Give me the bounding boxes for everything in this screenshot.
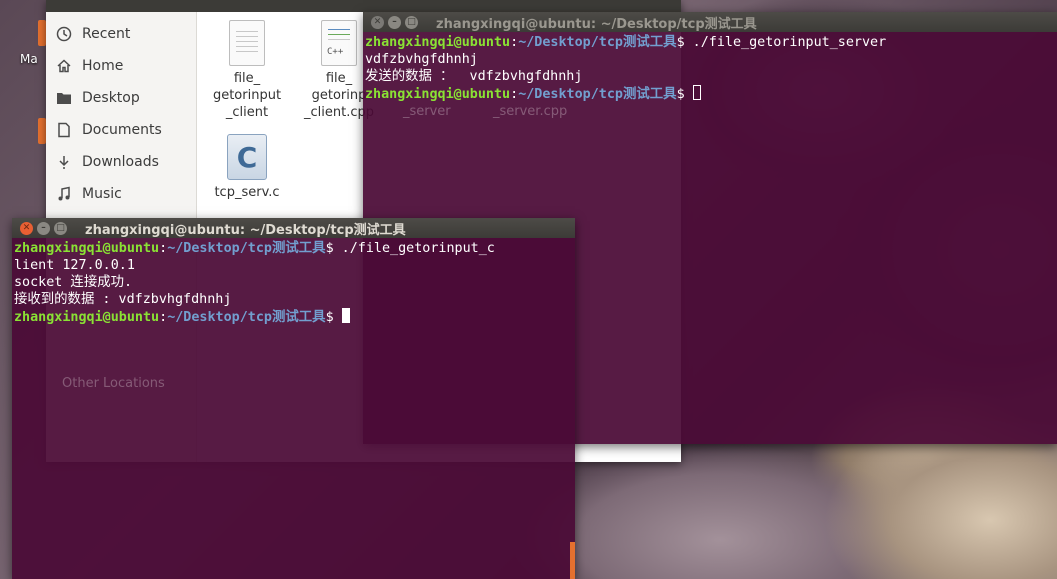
ghost-label: _server [403, 104, 451, 119]
sidebar-item-documents[interactable]: Documents [56, 117, 162, 143]
terminal-line: socket 连接成功. [14, 275, 133, 290]
sidebar-item-music[interactable]: Music [56, 181, 122, 207]
terminal-cursor [341, 308, 350, 323]
terminal-line: 发送的数据 ： vdfzbvhgfdhnhj [365, 69, 583, 84]
client-terminal-window[interactable]: ✕ – □ zhangxingqi@ubuntu: ~/Desktop/tcp测… [12, 218, 575, 579]
terminal-line: 接收到的数据 : vdfzbvhgfdhnhj [14, 292, 232, 307]
home-icon [56, 58, 72, 74]
maximize-button[interactable]: □ [54, 221, 67, 235]
sidebar-item-recent[interactable]: Recent [56, 21, 130, 47]
cpp-file-icon: C++ [321, 20, 357, 66]
terminal-titlebar[interactable]: ✕ – □ zhangxingqi@ubuntu: ~/Desktop/tcp测… [12, 218, 575, 238]
sidebar-item-label: Home [82, 58, 124, 74]
file-type-tag: C++ [327, 47, 344, 57]
desktop-folder-icon[interactable] [38, 118, 46, 144]
sidebar-item-desktop[interactable]: Desktop [56, 85, 140, 111]
c-glyph: C [236, 140, 258, 174]
terminal-cursor [692, 85, 701, 100]
ghost-label: _server.cpp [493, 104, 568, 119]
launcher-indicator [570, 542, 575, 579]
download-icon [56, 154, 72, 170]
terminal-line: zhangxingqi@ubuntu:~/Desktop/tcp测试工具$ ./… [365, 35, 887, 50]
sidebar-item-label: Desktop [82, 90, 140, 106]
sidebar-item-label: Documents [82, 122, 162, 138]
minimize-button[interactable]: – [37, 221, 50, 235]
minimize-button[interactable]: – [388, 15, 401, 29]
text-file-icon [229, 20, 265, 66]
sidebar-item-label: Music [82, 186, 122, 202]
terminal-line: zhangxingqi@ubuntu:~/Desktop/tcp测试工具$ ./… [14, 241, 495, 256]
desktop-folder-icon[interactable] [38, 20, 46, 46]
document-icon [56, 122, 72, 138]
terminal-line: zhangxingqi@ubuntu:~/Desktop/tcp测试工具$ [365, 85, 1055, 103]
ghost-label: Other Locations [62, 376, 165, 391]
terminal-title: zhangxingqi@ubuntu: ~/Desktop/tcp测试工具 [85, 222, 406, 238]
terminal-line: lient 127.0.0.1 [14, 258, 135, 273]
folder-icon [56, 90, 72, 106]
terminal-titlebar[interactable]: ✕ – □ zhangxingqi@ubuntu: ~/Desktop/tcp测… [363, 12, 1057, 32]
sidebar-item-downloads[interactable]: Downloads [56, 149, 159, 175]
terminal-line: vdfzbvhgfdhnhj [365, 52, 478, 67]
file-name: tcp_serv.c [214, 185, 280, 200]
file-item[interactable]: C tcp_serv.c [202, 134, 292, 201]
file-item[interactable]: file_ getorinput _client [202, 20, 292, 121]
sidebar-item-label: Downloads [82, 154, 159, 170]
file-name: file_ getorinput _client [212, 71, 282, 120]
music-icon [56, 186, 72, 202]
clock-icon [56, 26, 72, 42]
c-file-icon: C [227, 134, 267, 180]
file-manager-headerbar [46, 0, 681, 12]
sidebar-item-label: Recent [82, 26, 131, 42]
terminal-output[interactable]: zhangxingqi@ubuntu:~/Desktop/tcp测试工具$ ./… [12, 238, 575, 328]
terminal-line: zhangxingqi@ubuntu:~/Desktop/tcp测试工具$ [14, 308, 573, 326]
terminal-output[interactable]: zhangxingqi@ubuntu:~/Desktop/tcp测试工具$ ./… [363, 32, 1057, 105]
desktop-icon-label: Ma [20, 52, 38, 66]
close-button[interactable]: ✕ [371, 15, 384, 29]
maximize-button[interactable]: □ [405, 15, 418, 29]
terminal-title: zhangxingqi@ubuntu: ~/Desktop/tcp测试工具 [436, 16, 757, 32]
sidebar-item-home[interactable]: Home [56, 53, 123, 79]
close-button[interactable]: ✕ [20, 221, 33, 235]
